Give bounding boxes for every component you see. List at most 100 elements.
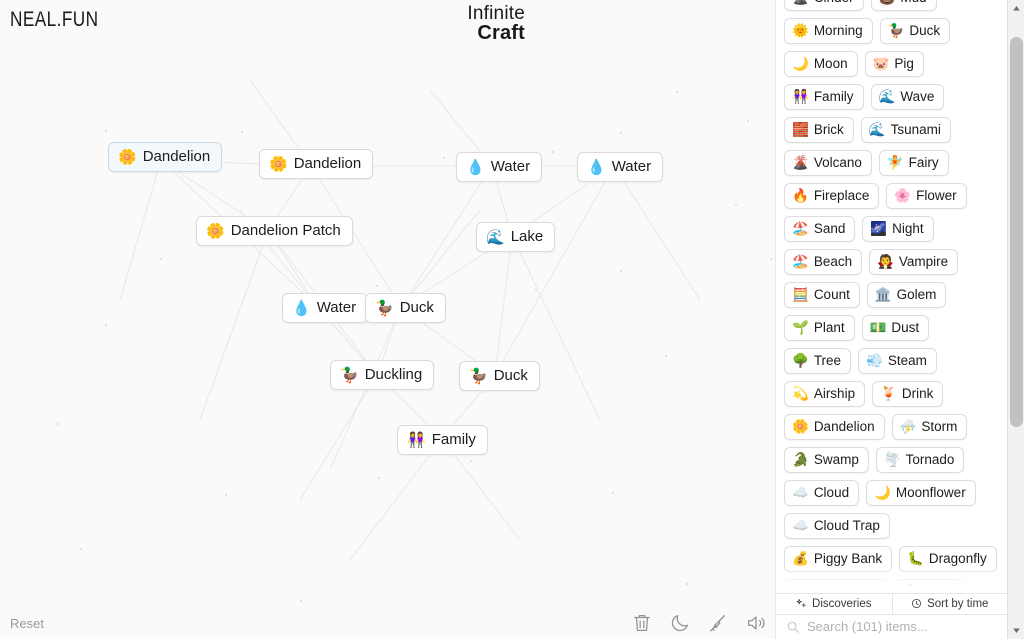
neal-fun-logo[interactable]: NEAL.FUN — [10, 8, 98, 32]
element-chip-label: Brick — [813, 122, 844, 137]
element-chip-cloud[interactable]: ☁️ Cloud — [784, 480, 860, 506]
canvas-node-family[interactable]: 👭 Family — [397, 425, 488, 455]
element-chip-wave[interactable]: 🌊 Wave — [870, 84, 945, 110]
canvas-node-duck[interactable]: 🦆 Duck — [459, 361, 540, 391]
connection-line — [119, 159, 162, 301]
speaker-icon[interactable] — [745, 612, 767, 634]
search-input[interactable] — [807, 619, 997, 635]
canvas-node-water[interactable]: 💧 Water — [456, 152, 543, 182]
connection-line — [199, 230, 269, 421]
broom-icon[interactable] — [707, 612, 729, 634]
element-chip-avalanche[interactable]: 🌨️ Avalanche — [784, 579, 887, 594]
canvas-node-dandelion[interactable]: 🌼 Dandelion — [259, 149, 374, 179]
element-chip-dragonfly[interactable]: 🐛 Dragonfly — [899, 546, 997, 572]
element-chip-morning[interactable]: 🌞 Morning — [784, 18, 873, 44]
background-dot — [57, 423, 59, 425]
infinite-craft-app: NEAL.FUN Infinite Craft 🌼 Dandelion 🌼 Dande… — [0, 0, 1024, 639]
tab-sort-by-time[interactable]: Sort by time — [891, 594, 1008, 614]
element-chip-flower[interactable]: 🌸 Flower — [886, 183, 967, 209]
element-chip-volcano[interactable]: 🌋 Volcano — [784, 150, 872, 176]
mud-icon: 💩 — [879, 0, 896, 5]
brick-icon: 🧱 — [792, 122, 809, 138]
cloud-trap-icon: ☁️ — [792, 518, 809, 534]
element-chip-family[interactable]: 👭 Family — [784, 84, 864, 110]
volcano-icon: 🌋 — [792, 155, 809, 171]
element-chip-label: Dust — [891, 320, 920, 335]
element-sidebar: 🌋 Cinder 💩 Mud 🌞 Morning 🦆 Duck 🌙 Moon 🐷 Pig 👭 Family… — [775, 0, 1007, 639]
element-chip-mud[interactable]: 💩 Mud — [870, 0, 937, 11]
dragonfly-icon: 🐛 — [907, 551, 924, 567]
clock-icon — [912, 599, 922, 609]
element-chip-moon[interactable]: 🌙 Moon — [784, 51, 858, 77]
canvas-node-lake[interactable]: 🌊 Lake — [476, 222, 556, 252]
beach-icon: 🏖️ — [792, 254, 809, 270]
element-chip-steam[interactable]: 💨 Steam — [858, 348, 937, 374]
element-chip-tornado[interactable]: 🌪️ Tornado — [875, 447, 965, 473]
element-chip-dandelion[interactable]: 🌼 Dandelion — [784, 414, 885, 440]
element-chip-dust[interactable]: 💵 Dust — [861, 315, 930, 341]
canvas-node-duck[interactable]: 🦆 Duck — [365, 293, 446, 323]
canvas-node-water[interactable]: 💧 Water — [577, 152, 664, 182]
water-icon: 💧 — [292, 299, 311, 317]
element-chip-tsunami[interactable]: 🌊 Tsunami — [860, 117, 951, 143]
element-list[interactable]: 🌋 Cinder 💩 Mud 🌞 Morning 🦆 Duck 🌙 Moon 🐷 Pig 👭 Family… — [776, 0, 1007, 594]
element-chip-sand[interactable]: 🏖️ Sand — [784, 216, 856, 242]
canvas-node-dandelion[interactable]: 🌼 Dandelion — [108, 142, 223, 172]
background-dot — [552, 151, 554, 153]
element-chip-label: Wave — [900, 89, 935, 104]
element-chip-golem[interactable]: 🏛️ Golem — [866, 282, 947, 308]
canvas-node-water[interactable]: 💧 Water — [282, 293, 369, 323]
dandelion-icon: 🌼 — [792, 419, 809, 435]
element-chip-label: Avalanche — [813, 584, 877, 594]
canvas-node-dandelion-patch[interactable]: 🌼 Dandelion Patch — [196, 216, 353, 246]
element-chip-pig[interactable]: 🐷 Pig — [864, 51, 924, 77]
canvas-node-duckling[interactable]: 🦆 Duckling — [330, 360, 435, 390]
element-chip-airship[interactable]: 💫 Airship — [784, 381, 866, 407]
crafting-canvas[interactable]: NEAL.FUN Infinite Craft 🌼 Dandelion 🌼 Dande… — [0, 0, 775, 639]
element-chip-count[interactable]: 🧮 Count — [784, 282, 860, 308]
element-chip-night[interactable]: 🌌 Night — [862, 216, 934, 242]
tab-discoveries[interactable]: Discoveries — [776, 594, 892, 613]
element-chip-brick[interactable]: 🧱 Brick — [784, 117, 854, 143]
element-chip-label: Fireplace — [813, 188, 870, 203]
element-chip-cloud-trap[interactable]: ☁️ Cloud Trap — [784, 513, 890, 539]
canvas-node-label: Family — [431, 431, 476, 448]
scroll-up-arrow[interactable] — [1008, 0, 1024, 17]
dandelion-icon: 🌼 — [118, 148, 137, 166]
infinite-craft-logo: Infinite Craft — [467, 4, 525, 43]
element-chip-duck[interactable]: 🦆 Duck — [879, 18, 951, 44]
reset-button[interactable]: Reset — [10, 616, 44, 631]
element-chip-pluto[interactable]: 🔵 Pluto — [893, 579, 965, 594]
element-chip-fairy[interactable]: 🧚 Fairy — [878, 150, 949, 176]
wave-icon: 🌊 — [878, 89, 896, 105]
element-chip-cinder[interactable]: 🌋 Cinder — [784, 0, 864, 11]
element-chip-fireplace[interactable]: 🔥 Fireplace — [784, 183, 880, 209]
element-chip-moonflower[interactable]: 🌙 Moonflower — [866, 480, 976, 506]
canvas-node-label: Duck — [399, 299, 434, 316]
element-chip-label: Golem — [896, 287, 937, 302]
element-chip-piggy-bank[interactable]: 💰 Piggy Bank — [784, 546, 893, 572]
trash-icon[interactable] — [631, 612, 653, 634]
scrollbar-thumb[interactable] — [1010, 37, 1023, 427]
element-chip-swamp[interactable]: 🐊 Swamp — [784, 447, 869, 473]
page-scrollbar[interactable] — [1007, 0, 1024, 639]
moon-icon[interactable] — [669, 612, 691, 634]
element-chip-label: Count — [813, 287, 850, 302]
element-chip-label: Tree — [813, 353, 842, 368]
scroll-down-arrow[interactable] — [1008, 622, 1024, 639]
element-chip-plant[interactable]: 🌱 Plant — [784, 315, 855, 341]
background-dot — [300, 600, 302, 602]
dandelion-icon: 🌼 — [269, 155, 288, 173]
element-chip-drink[interactable]: 🍹 Drink — [872, 381, 944, 407]
element-chip-storm[interactable]: ⛈️ Storm — [891, 414, 968, 440]
tree-icon: 🌳 — [792, 353, 809, 369]
canvas-node-label: Duck — [493, 367, 528, 384]
element-chip-label: Mud — [900, 0, 926, 6]
element-chip-tree[interactable]: 🌳 Tree — [784, 348, 852, 374]
canvas-node-label: Dandelion — [142, 148, 211, 165]
element-chip-label: Night — [892, 221, 924, 236]
connection-line — [494, 165, 615, 376]
element-chip-vampire[interactable]: 🧛 Vampire — [869, 249, 959, 275]
element-chip-beach[interactable]: 🏖️ Beach — [784, 249, 863, 275]
search-bar[interactable] — [776, 613, 1007, 639]
